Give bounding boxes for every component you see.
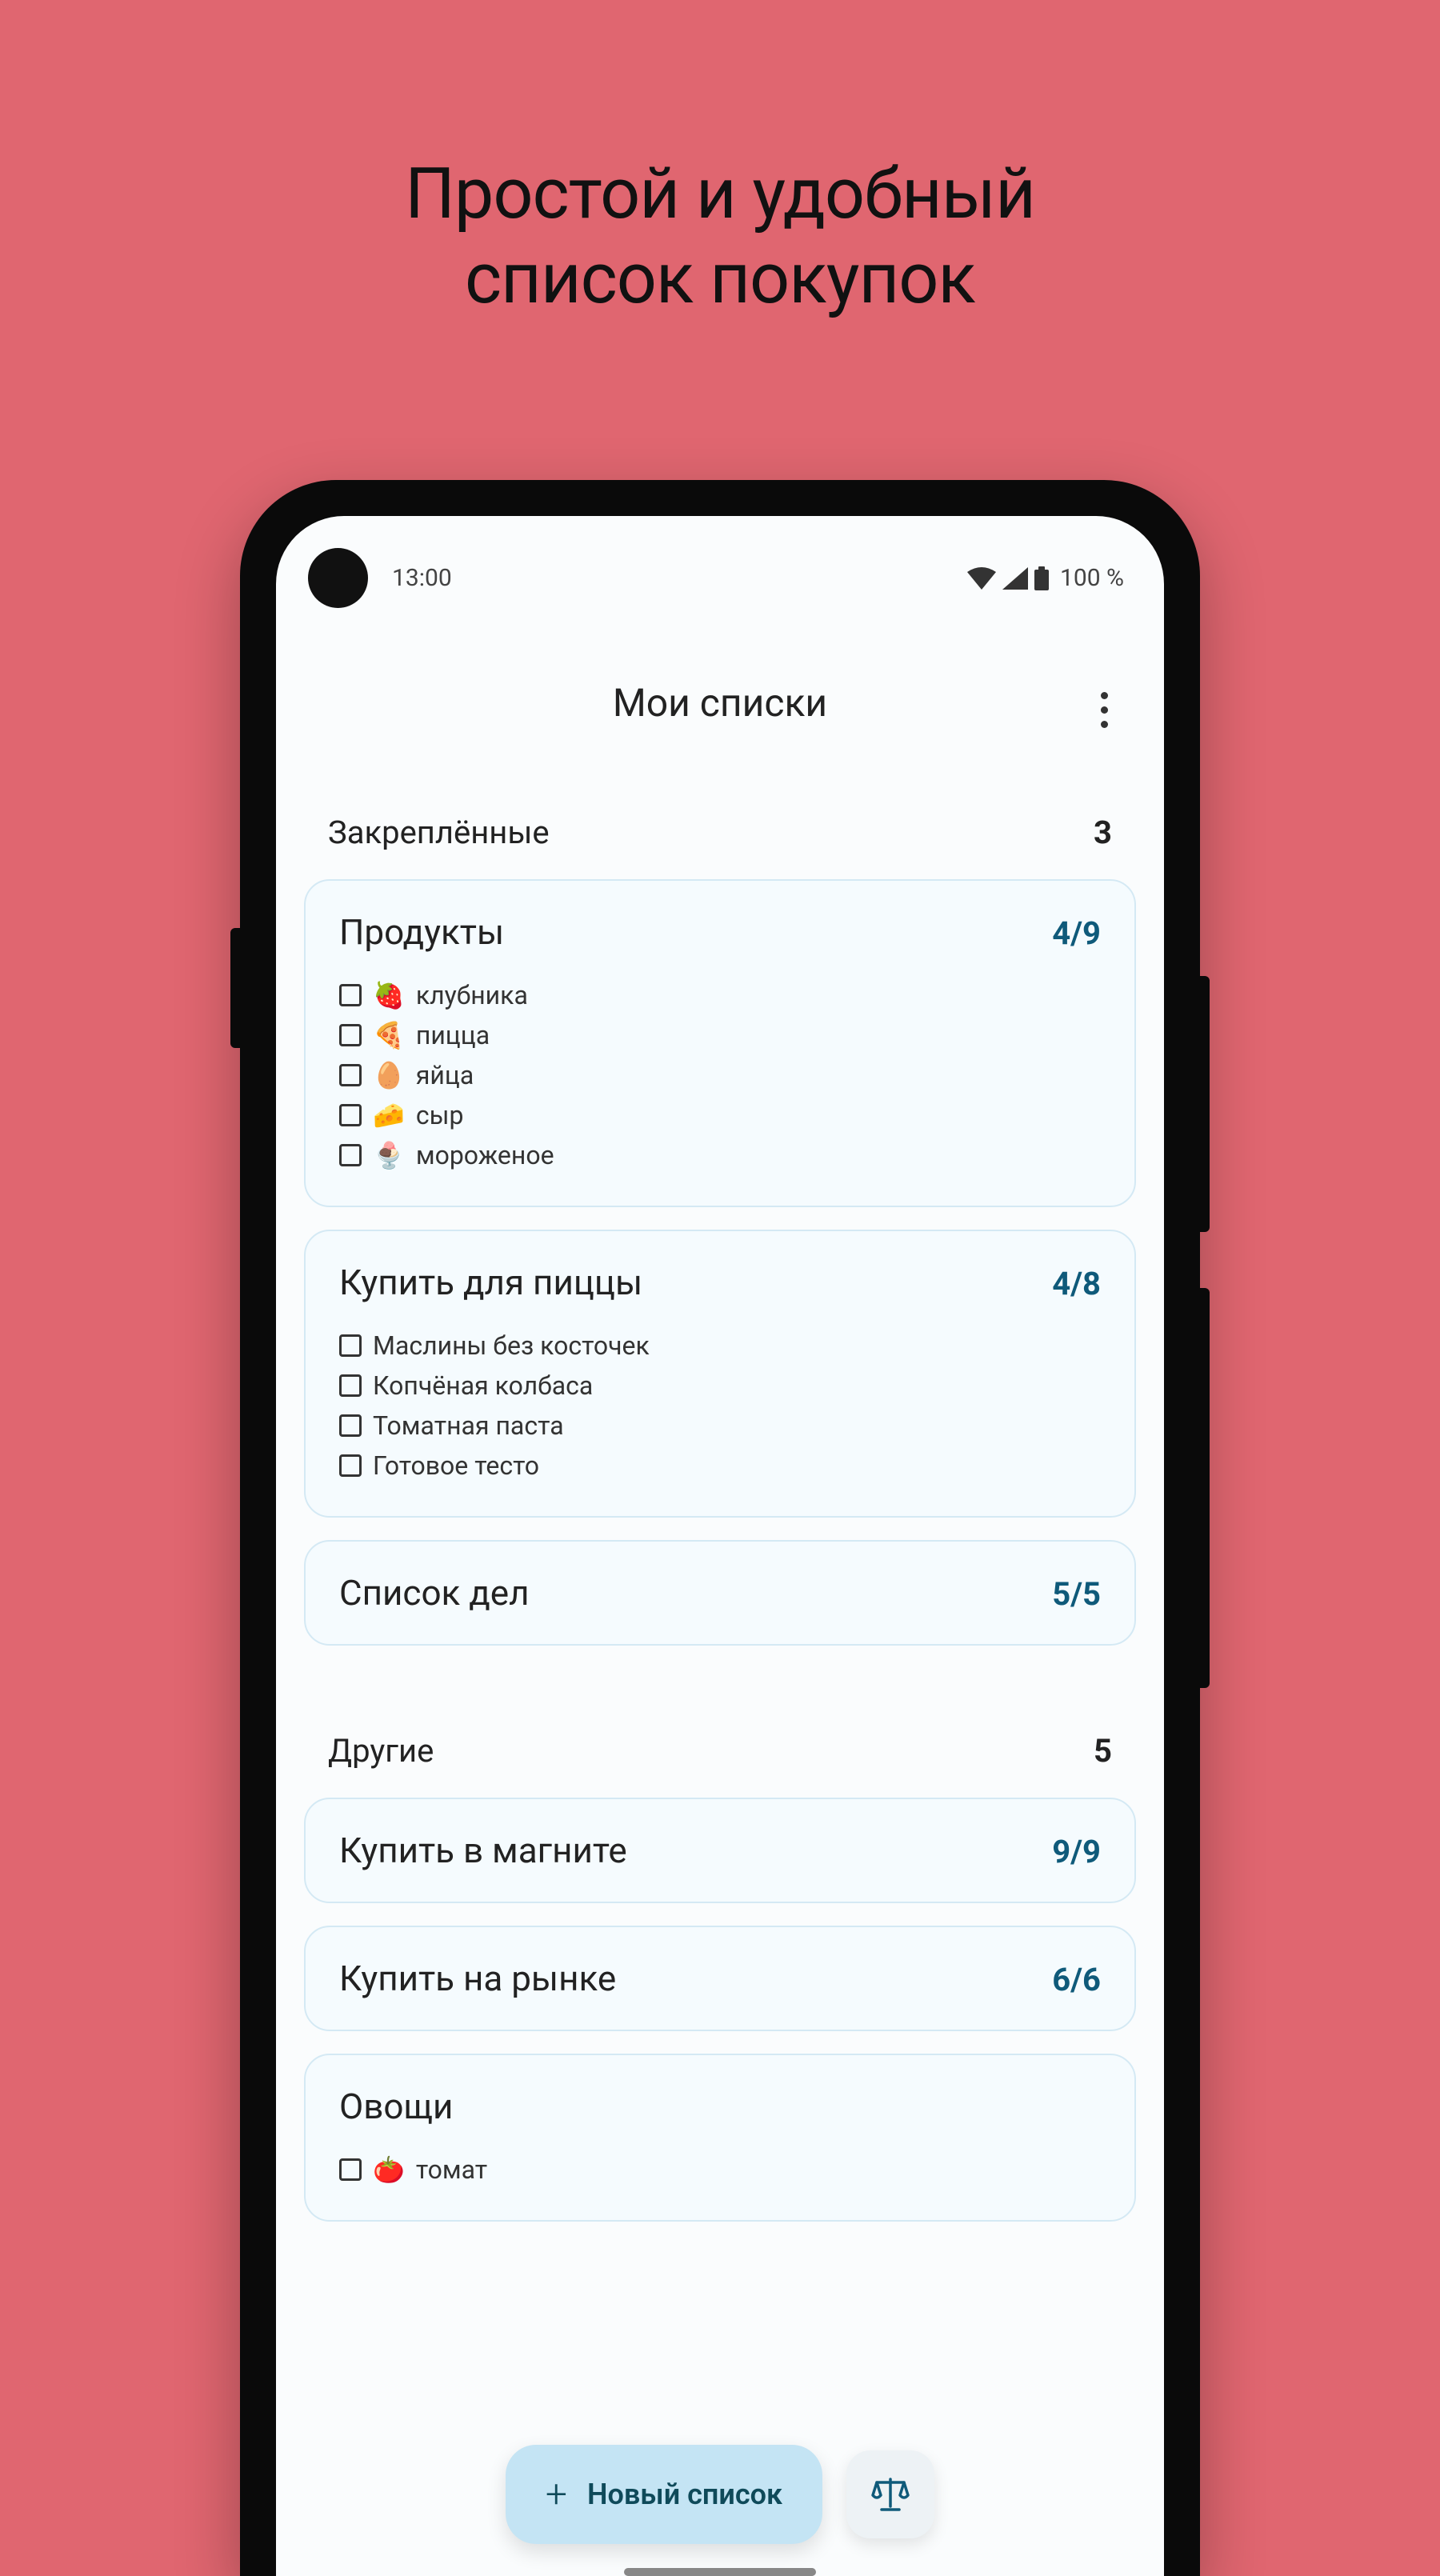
item-emoji: 🍕 — [373, 1020, 405, 1050]
card-title: Овощи — [339, 2086, 453, 2127]
section-count: 5 — [1094, 1732, 1112, 1770]
item-label: Маслины без косточек — [373, 1330, 650, 1361]
card-header: Купить для пиццы 4/8 — [339, 1262, 1101, 1303]
status-time: 13:00 — [392, 564, 452, 592]
phone-frame: 13:00 100 % Мои списки Закреплённые 3 Прод… — [240, 480, 1200, 2576]
section-label: Закреплённые — [328, 814, 550, 851]
card-header: Купить на рынке 6/6 — [339, 1958, 1101, 1999]
list-card[interactable]: Купить в магните 9/9 — [304, 1798, 1136, 1903]
checkbox-icon[interactable] — [339, 1144, 362, 1166]
section-label: Другие — [328, 1732, 434, 1770]
plus-icon: + — [546, 2475, 567, 2514]
card-progress: 5/5 — [1052, 1575, 1101, 1613]
card-progress: 6/6 — [1052, 1961, 1101, 1998]
cell-signal-icon — [1002, 567, 1028, 590]
card-header: Список дел 5/5 — [339, 1572, 1101, 1614]
scale-button[interactable] — [846, 2450, 934, 2538]
checkbox-icon[interactable] — [339, 2158, 362, 2181]
item-emoji: 🍅 — [373, 2154, 405, 2185]
scroll-content[interactable]: Закреплённые 3 Продукты 4/9 🍓 клубника 🍕 пицца 🥚… — [276, 750, 1164, 2222]
marketing-headline: Простой и удобный список покупок — [0, 152, 1440, 321]
status-bar: 13:00 100 % — [276, 516, 1164, 632]
card-title: Продукты — [339, 911, 504, 953]
page-title: Мои списки — [613, 680, 827, 726]
battery-icon — [1034, 566, 1049, 590]
list-card[interactable]: Купить на рынке 6/6 — [304, 1926, 1136, 2031]
list-item[interactable]: 🍕 пицца — [339, 1015, 1101, 1055]
list-item[interactable]: 🥚 яйца — [339, 1055, 1101, 1095]
phone-side-button-left — [230, 928, 240, 1048]
bottom-action-bar: + Новый список — [276, 2445, 1164, 2544]
item-label: яйца — [416, 1060, 474, 1090]
card-progress: 4/9 — [1052, 914, 1101, 952]
new-list-label: Новый список — [587, 2478, 782, 2511]
dots-vertical-icon — [1101, 692, 1108, 699]
item-emoji: 🍓 — [373, 980, 405, 1010]
item-label: сыр — [416, 1100, 464, 1130]
list-item[interactable]: 🍅 томат — [339, 2150, 1101, 2190]
item-label: пицца — [416, 1020, 490, 1050]
list-item[interactable]: Готовое тесто — [339, 1446, 1101, 1486]
overflow-menu-button[interactable] — [1093, 684, 1116, 736]
app-header: Мои списки — [276, 632, 1164, 750]
item-label: мороженое — [416, 1140, 554, 1170]
marketing-line2: список покупок — [0, 237, 1440, 322]
list-item[interactable]: Копчёная колбаса — [339, 1366, 1101, 1406]
checkbox-icon[interactable] — [339, 1414, 362, 1437]
section-header: Закреплённые 3 — [304, 750, 1136, 879]
item-emoji: 🍨 — [373, 1140, 405, 1170]
phone-power-button — [1200, 976, 1210, 1232]
card-header: Овощи — [339, 2086, 1101, 2127]
wifi-icon — [967, 567, 996, 590]
camera-hole — [308, 548, 368, 608]
card-items: 🍅 томат — [339, 2150, 1101, 2190]
card-header: Продукты 4/9 — [339, 911, 1101, 953]
list-card[interactable]: Список дел 5/5 — [304, 1540, 1136, 1646]
card-title: Купить в магните — [339, 1830, 627, 1871]
item-emoji: 🧀 — [373, 1100, 405, 1130]
list-item[interactable]: 🍨 мороженое — [339, 1135, 1101, 1175]
scale-icon — [870, 2474, 910, 2514]
list-item[interactable]: Маслины без косточек — [339, 1326, 1101, 1366]
card-title: Купить на рынке — [339, 1958, 616, 1999]
section-count: 3 — [1094, 814, 1112, 851]
list-item[interactable]: 🧀 сыр — [339, 1095, 1101, 1135]
list-card[interactable]: Продукты 4/9 🍓 клубника 🍕 пицца 🥚 яйца 🧀 сыр 🍨 моро… — [304, 879, 1136, 1207]
item-label: Копчёная колбаса — [373, 1370, 593, 1401]
phone-screen: 13:00 100 % Мои списки Закреплённые 3 Прод… — [276, 516, 1164, 2576]
item-emoji: 🥚 — [373, 1060, 405, 1090]
checkbox-icon[interactable] — [339, 1334, 362, 1357]
section-header: Другие 5 — [304, 1668, 1136, 1798]
battery-percentage: 100 % — [1060, 564, 1124, 592]
marketing-line1: Простой и удобный — [0, 152, 1440, 237]
card-items: 🍓 клубника 🍕 пицца 🥚 яйца 🧀 сыр 🍨 мороженое — [339, 975, 1101, 1175]
list-card[interactable]: Овощи 🍅 томат — [304, 2054, 1136, 2222]
new-list-button[interactable]: + Новый список — [506, 2445, 822, 2544]
phone-volume-button — [1200, 1288, 1210, 1688]
checkbox-icon[interactable] — [339, 1454, 362, 1477]
checkbox-icon[interactable] — [339, 1064, 362, 1086]
checkbox-icon[interactable] — [339, 1104, 362, 1126]
list-item[interactable]: 🍓 клубника — [339, 975, 1101, 1015]
card-progress: 4/8 — [1052, 1265, 1101, 1302]
card-title: Список дел — [339, 1572, 530, 1614]
item-label: томат — [416, 2154, 487, 2185]
item-label: Томатная паста — [373, 1410, 564, 1441]
item-label: Готовое тесто — [373, 1450, 539, 1481]
checkbox-icon[interactable] — [339, 1024, 362, 1046]
status-right: 100 % — [967, 564, 1124, 592]
item-label: клубника — [416, 980, 528, 1010]
list-card[interactable]: Купить для пиццы 4/8 Маслины без косточек К… — [304, 1230, 1136, 1518]
card-progress: 9/9 — [1052, 1833, 1101, 1870]
checkbox-icon[interactable] — [339, 1374, 362, 1397]
checkbox-icon[interactable] — [339, 984, 362, 1006]
card-header: Купить в магните 9/9 — [339, 1830, 1101, 1871]
list-item[interactable]: Томатная паста — [339, 1406, 1101, 1446]
home-indicator[interactable] — [624, 2568, 816, 2576]
card-title: Купить для пиццы — [339, 1262, 642, 1303]
card-items: Маслины без косточек Копчёная колбаса Тома… — [339, 1326, 1101, 1486]
